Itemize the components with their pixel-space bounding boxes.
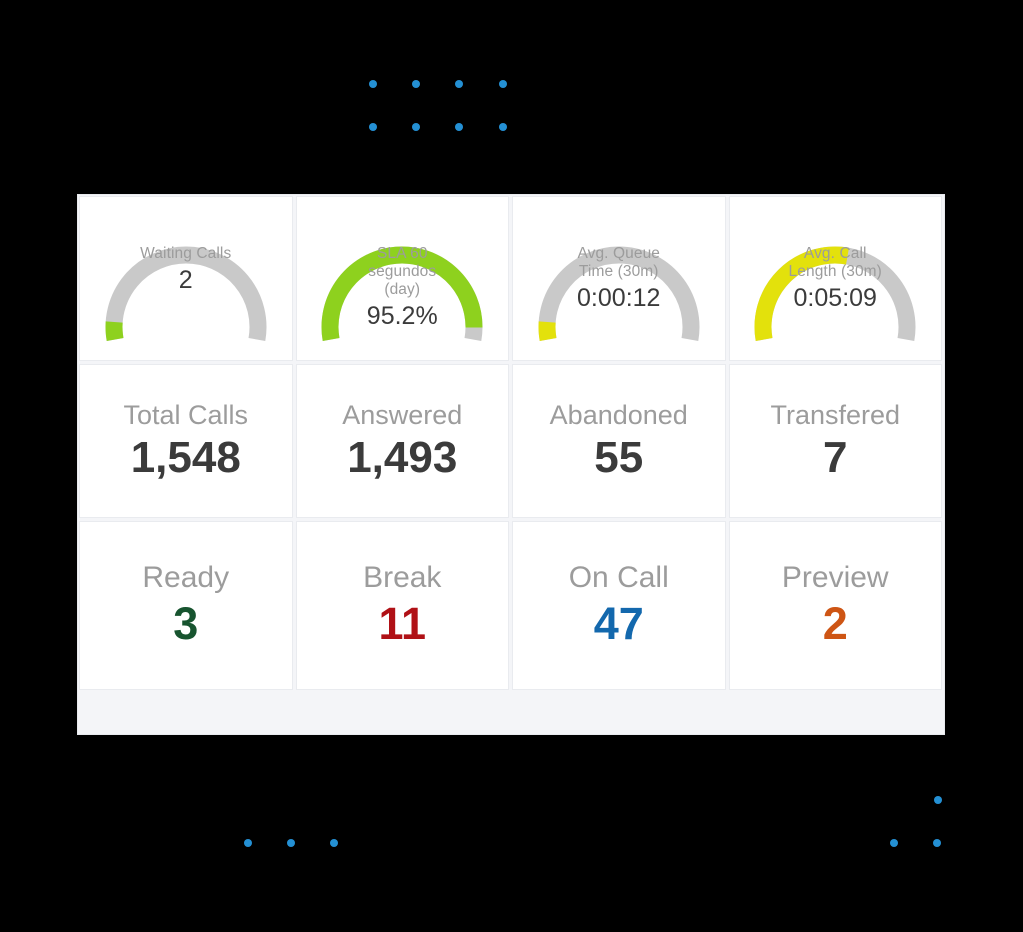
gauge-text-avg-queue-time: Avg. Queue Time (30m) 0:00:12 [560, 245, 678, 313]
stat-card-transfered[interactable]: Transfered 7 [728, 364, 942, 518]
stat-label: On Call [568, 561, 669, 594]
gauge-card-avg-call-length[interactable]: Avg. Call Length (30m) 0:05:09 [728, 196, 942, 361]
loading-dot [412, 123, 420, 131]
loading-dot [499, 80, 507, 88]
gauge-value: 0:05:09 [793, 283, 877, 312]
gauge-card-waiting-calls[interactable]: Waiting Calls 2 [79, 196, 293, 361]
stat-label: Abandoned [549, 399, 688, 430]
stat-card-answered[interactable]: Answered 1,493 [295, 364, 509, 518]
stat-value: 7 [823, 432, 848, 482]
call-center-dashboard-panel: Waiting Calls 2 SLA 60 segundos (day) 95.2% Av… [77, 194, 945, 735]
loading-dot [933, 839, 941, 847]
stat-card-abandoned[interactable]: Abandoned 55 [512, 364, 726, 518]
gauge-label: Avg. Queue Time (30m) [560, 245, 678, 281]
gauge-label: Avg. Call Length (30m) [776, 245, 894, 281]
gauge-label-line: Avg. Call [803, 244, 867, 262]
loading-dot [455, 80, 463, 88]
gauge-text-sla-60-seconds: SLA 60 segundos (day) 95.2% [343, 245, 461, 331]
call-stats-row: Total Calls 1,548 Answered 1,493 Abandoned 55… [78, 363, 944, 520]
gauge-value: 0:00:12 [577, 283, 661, 312]
loading-dot [330, 839, 338, 847]
gauge-value: 2 [178, 265, 193, 294]
gauge-label-line: Time (30m) [578, 262, 659, 280]
stat-label: Total Calls [123, 399, 249, 430]
stat-card-total-calls[interactable]: Total Calls 1,548 [79, 364, 293, 518]
stat-card-break[interactable]: Break 11 [295, 521, 509, 690]
stat-label: Ready [142, 561, 230, 594]
stat-label: Answered [342, 399, 463, 430]
gauge-text-avg-call-length: Avg. Call Length (30m) 0:05:09 [776, 245, 894, 313]
gauge-avg-queue-time: Avg. Queue Time (30m) 0:00:12 [524, 209, 714, 349]
gauge-label-line: Avg. Queue [577, 244, 661, 262]
gauge-label-line: segundos [368, 262, 437, 280]
gauge-avg-call-length: Avg. Call Length (30m) 0:05:09 [740, 209, 930, 349]
gauge-label: SLA 60 segundos (day) [343, 245, 461, 299]
stat-value: 11 [378, 598, 427, 649]
stat-card-preview[interactable]: Preview 2 [728, 521, 942, 690]
loading-dot [287, 839, 295, 847]
stat-value: 55 [594, 432, 644, 482]
stat-card-on-call[interactable]: On Call 47 [512, 521, 726, 690]
stat-label: Break [363, 561, 442, 594]
agent-stats-row: Ready 3 Break 11 On Call 47 Preview 2 [78, 520, 944, 692]
gauge-sla-60-seconds: SLA 60 segundos (day) 95.2% [307, 209, 497, 349]
gauge-label-line: Waiting Calls [140, 244, 232, 262]
loading-dot [934, 796, 942, 804]
gauge-label-line: Length (30m) [788, 262, 882, 280]
loading-dot [369, 80, 377, 88]
gauges-row: Waiting Calls 2 SLA 60 segundos (day) 95.2% Av… [78, 195, 944, 363]
loading-dot [499, 123, 507, 131]
loading-dot [244, 839, 252, 847]
loading-dot [455, 123, 463, 131]
gauge-label-line: SLA 60 [376, 244, 428, 262]
stat-label: Preview [781, 561, 889, 594]
stat-label: Transfered [770, 399, 901, 430]
gauge-fill [105, 320, 124, 341]
loading-dot [412, 80, 420, 88]
loading-dot [369, 123, 377, 131]
gauge-card-sla-60-seconds[interactable]: SLA 60 segundos (day) 95.2% [295, 196, 509, 361]
gauge-text-waiting-calls: Waiting Calls 2 [127, 245, 245, 295]
gauge-label: Waiting Calls [127, 245, 245, 263]
screen: Waiting Calls 2 SLA 60 segundos (day) 95.2% Av… [0, 0, 1023, 932]
stat-value: 1,493 [347, 432, 458, 482]
gauge-label-line: (day) [384, 280, 421, 298]
stat-value: 47 [593, 598, 644, 649]
gauge-waiting-calls: Waiting Calls 2 [91, 209, 281, 349]
stat-value: 2 [822, 598, 848, 649]
gauge-card-avg-queue-time[interactable]: Avg. Queue Time (30m) 0:00:12 [512, 196, 726, 361]
stat-card-ready[interactable]: Ready 3 [79, 521, 293, 690]
gauge-value: 95.2% [366, 301, 438, 330]
stat-value: 3 [173, 598, 199, 649]
loading-dot [890, 839, 898, 847]
stat-value: 1,548 [130, 432, 241, 482]
gauge-fill [538, 320, 557, 341]
